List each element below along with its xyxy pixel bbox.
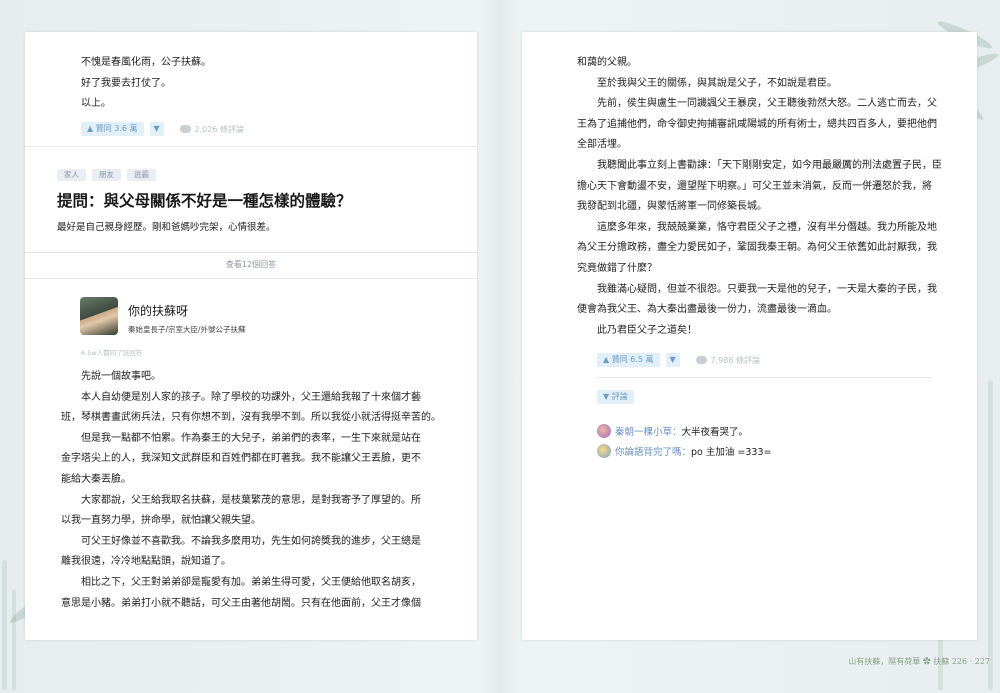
paragraph-line: 擔心天下會動盪不安，還望陛下明察。」可父王並未消氣，反而一併遷怒於我，將 (577, 180, 932, 192)
comment-item: 你論語背完了嗎： po 主加油 =333= (597, 441, 937, 461)
answer-body-continued: 和藹的父親。 至於我與父王的關係，與其說是父子，不如說是君臣。 先前，侯生與盧生… (577, 53, 949, 341)
paragraph-line: 離我很遠，冷冷地點點頭，說知道了。 (61, 556, 231, 568)
paragraph-line: 這麼多年來，我兢兢業業，恪守君臣父子之禮，沒有半分僭越。我力所能及地 (597, 221, 937, 233)
author-name[interactable]: 你的扶蘇呀 (128, 302, 188, 319)
paragraph-line: 先說一個故事吧。 (81, 371, 161, 382)
paragraph-line: 金字塔尖上的人，我深知文武群臣和百姓們都在盯著我。我不能讓父王丟臉，更不 (61, 453, 421, 465)
downvote-button[interactable]: ▼ (149, 122, 164, 136)
question-description: 最好是自己親身經歷。剛和爸媽吵完架，心情很差。 (57, 222, 276, 233)
page-footer: 山有扶蘇，隰有荷華 ✿ 扶蘇 226 · 227 (848, 657, 990, 666)
paragraph-line: 王為了追捕他們，命令御史拘捕審訊咸陽城的所有術士，總共四百多人，要把他們 (577, 118, 937, 130)
paragraph-line: 我聽聞此事立刻上書勸諫：「天下剛剛安定，如今用最嚴厲的刑法處置子民，臣 (597, 159, 942, 171)
comment-item: 秦朝一棵小草： 大半夜看哭了。 (597, 421, 937, 441)
answer-vote-row: ▲ 贊同 6.5 萬 ▼ 7,988 條評論 (597, 352, 760, 368)
paragraph-line: 我雖滿心疑問，但並不很怨。只要我一天是他的兒子，一天是大秦的子民，我 (597, 283, 937, 295)
comment-count: 2,026 條評論 (194, 124, 244, 134)
tag[interactable]: 朋友 (92, 169, 121, 181)
right-page: 和藹的父親。 至於我與父王的關係，與其說是父子，不如說是君臣。 先前，侯生與盧生… (522, 32, 977, 640)
answer-line: 以上。 (81, 98, 111, 109)
divider (25, 146, 477, 147)
question-card: 家人 朋友 逃霸 提問：與父母關係不好是一種怎樣的體驗？ 最好是自己親身經歷。剛和爸… (57, 162, 457, 233)
view-answers-link[interactable]: 查看12個回答 (25, 257, 477, 273)
comment-icon (179, 125, 191, 133)
paragraph-line: 和藹的父親。 (577, 57, 637, 68)
paragraph-line: 至於我與父王的關係，與其說是父子，不如說是君臣。 (597, 77, 837, 89)
paragraph-line: 班，琴棋書畫武術兵法，只有你想不到，沒有我學不到。所以我從小就活得挺辛苦的。 (61, 412, 441, 424)
bamboo-decoration-right (988, 380, 993, 690)
downvote-button[interactable]: ▼ (665, 353, 680, 367)
bamboo-decoration-left (12, 590, 16, 690)
paragraph-line: 本人自幼便是別人家的孩子。除了學校的功課外，父王還給我報了十來個才藝 (81, 391, 421, 403)
comment-text: 大半夜看哭了。 (681, 427, 749, 438)
question-title[interactable]: 提問：與父母關係不好是一種怎樣的體驗？ (57, 189, 457, 211)
paragraph-line: 此乃君臣父子之道矣！ (597, 324, 697, 336)
comment-user[interactable]: 秦朝一棵小草： (615, 424, 682, 438)
comment-user[interactable]: 你論語背完了嗎： (615, 444, 691, 458)
prev-vote-row: ▲ 贊同 3.6 萬 ▼ 2,026 條評論 (81, 121, 244, 137)
previous-answer: 不愧是春風化雨，公子扶蘇。 好了我要去打仗了。 以上。 (81, 53, 461, 115)
paragraph-line: 能給大秦丟臉。 (61, 473, 131, 485)
comment-icon (695, 356, 707, 364)
paragraph-line: 我發配到北疆，與蒙恬將軍一同修築長城。 (577, 201, 767, 213)
divider (25, 252, 477, 253)
paragraph-line: 為父王分擔政務，盡全力愛民如子，鞏固我秦王朝。為何父王依舊如此討厭我，我 (577, 242, 937, 254)
comment-text: po 主加油 =333= (691, 447, 772, 458)
author-avatar[interactable] (80, 297, 118, 335)
bamboo-decoration-left (2, 560, 7, 690)
answer-line: 好了我要去打仗了。 (81, 77, 171, 89)
paragraph-line: 全部活埋。 (577, 139, 627, 151)
paragraph-line: 相比之下，父王對弟弟卻是寵愛有加。弟弟生得可愛，父王便給他取名胡亥， (81, 576, 421, 588)
divider (597, 377, 932, 378)
answer-line: 不愧是春風化雨，公子扶蘇。 (81, 57, 211, 68)
upvote-button[interactable]: ▲ 贊同 6.5 萬 (597, 353, 660, 367)
paragraph-line: 究竟做錯了什麼？ (577, 262, 657, 274)
comments-link[interactable]: 7,988 條評論 (695, 355, 760, 366)
paragraph-line: 意思是小豬。弟弟打小就不聽話，可父王由著他胡鬧。只有在他面前，父王才像個 (61, 597, 421, 609)
tag[interactable]: 家人 (57, 169, 86, 181)
question-tags: 家人 朋友 逃霸 (57, 162, 457, 181)
paragraph-line: 先前，侯生與盧生一同譏諷父王暴戾，父王聽後勃然大怒。二人逃亡而去，父 (597, 98, 937, 110)
left-page: 不愧是春風化雨，公子扶蘇。 好了我要去打仗了。 以上。 ▲ 贊同 3.6 萬 ▼… (25, 32, 477, 640)
agree-count-note: 6.5w人贊同了該回答 (81, 349, 143, 357)
comment-list: 秦朝一棵小草： 大半夜看哭了。 你論語背完了嗎： po 主加油 =333= (597, 421, 937, 461)
paragraph-line: 以我一直努力學，拚命學，就怕讓父親失望。 (61, 515, 261, 527)
author-description: 秦始皇長子/宗室大臣/外號公子扶蘇 (128, 325, 246, 334)
comments-link[interactable]: 2,026 條評論 (179, 124, 244, 135)
tag[interactable]: 逃霸 (127, 169, 156, 181)
paragraph-line: 大家都說，父王給我取名扶蘇，是枝葉繁茂的意思，是對我寄予了厚望的。所 (81, 494, 421, 506)
comment-count: 7,988 條評論 (710, 355, 760, 365)
upvote-button[interactable]: ▲ 贊同 3.6 萬 (81, 122, 144, 136)
paragraph-line: 但是我一點都不怕累。作為秦王的大兒子，弟弟們的表率，一生下來就是站在 (81, 432, 421, 444)
comments-toggle[interactable]: ▼ 評論 (597, 390, 634, 404)
paragraph-line: 可父王好像並不喜歡我。不論我多麼用功，先生如何誇獎我的進步，父王總是 (81, 535, 421, 547)
divider (25, 278, 477, 279)
user-avatar-icon[interactable] (597, 444, 611, 458)
user-avatar-icon[interactable] (597, 424, 611, 438)
paragraph-line: 便會為我父王、為大秦出盡最後一份力，流盡最後一滴血。 (577, 304, 837, 316)
answer-body: 先說一個故事吧。 本人自幼便是別人家的孩子。除了學校的功課外，父王還給我報了十來… (61, 367, 465, 614)
